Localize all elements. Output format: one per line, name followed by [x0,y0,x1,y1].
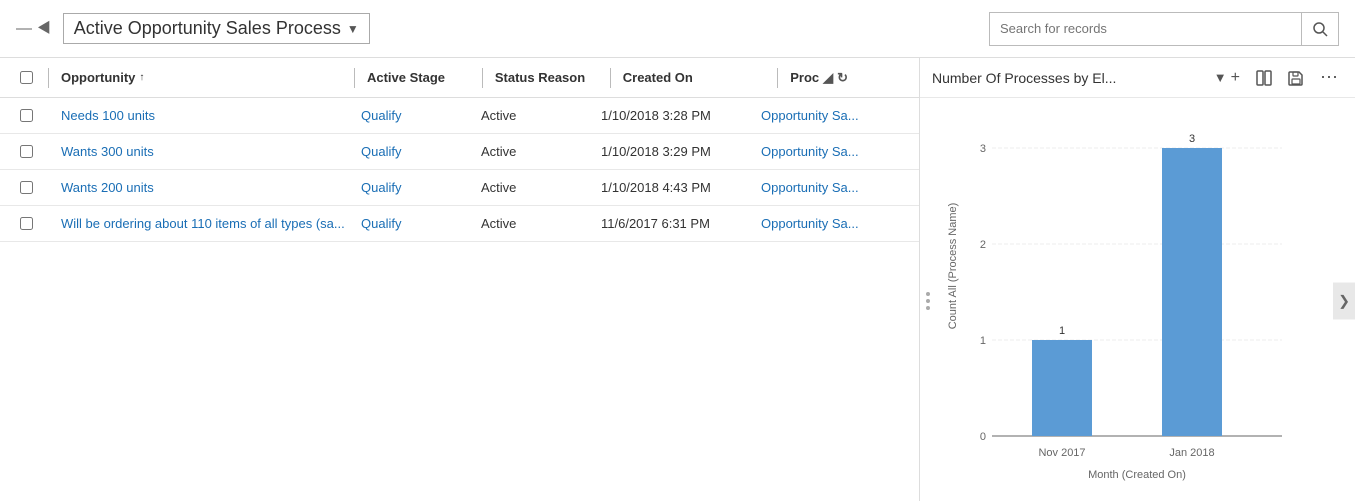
filter-icon[interactable]: ◢ [823,70,833,86]
chart-add-button[interactable]: + [1227,67,1244,89]
row-select-checkbox-3[interactable] [20,217,33,230]
row-divider-0 [48,106,49,126]
row-select-checkbox-2[interactable] [20,181,33,194]
chart-drag-handle[interactable] [926,292,930,310]
svg-text:3: 3 [979,143,985,155]
col-header-created-on[interactable]: Created On [615,70,773,85]
col-header-opportunity[interactable]: Opportunity ↑ [53,70,350,85]
row-active-stage-2[interactable]: Qualify [353,180,473,195]
col-divider-1 [354,68,355,88]
row-created-on-3: 11/6/2017 6:31 PM [593,216,753,231]
chart-toolbar: + ⋯ [1227,65,1343,90]
col-header-opportunity-label: Opportunity [61,70,135,85]
col-divider-0 [48,68,49,88]
row-select-checkbox-1[interactable] [20,145,33,158]
table-row: Wants 300 units Qualify Active 1/10/2018… [0,134,919,170]
row-checkbox-1[interactable] [8,145,44,158]
grid-panel: Opportunity ↑ Active Stage Status Reason… [0,58,920,501]
chart-svg-container: Count All (Process Name) 0 1 2 3 [928,106,1325,496]
row-opportunity-3[interactable]: Will be ordering about 110 items of all … [53,216,353,231]
svg-text:1: 1 [1058,325,1064,337]
row-created-on-1: 1/10/2018 3:29 PM [593,144,753,159]
svg-text:3: 3 [1188,133,1194,145]
row-status-reason-0: Active [473,108,593,123]
chart-panel: Number Of Processes by El... ▼ + ⋯ [920,58,1355,501]
row-active-stage-0[interactable]: Qualify [353,108,473,123]
svg-text:0: 0 [979,431,985,443]
search-input[interactable] [990,21,1301,36]
chart-bar-jan2018 [1162,148,1222,436]
row-created-on-0: 1/10/2018 3:28 PM [593,108,753,123]
col-sort-opportunity-icon: ↑ [139,72,144,83]
col-header-status-reason[interactable]: Status Reason [487,70,606,85]
chart-title: Number Of Processes by El... [932,70,1210,86]
col-header-status-reason-label: Status Reason [495,70,585,85]
refresh-icon[interactable]: ↻ [837,70,848,86]
row-select-checkbox-0[interactable] [20,109,33,122]
search-container [989,12,1339,46]
chart-title-dropdown-icon[interactable]: ▼ [1214,70,1227,85]
row-process-2[interactable]: Opportunity Sa... [753,180,883,195]
row-active-stage-3[interactable]: Qualify [353,216,473,231]
svg-text:2: 2 [979,239,985,251]
chart-save-button[interactable] [1284,68,1308,88]
chart-header: Number Of Processes by El... ▼ + ⋯ [920,58,1355,98]
header-title: Active Opportunity Sales Process [74,18,341,39]
row-divider-2 [48,178,49,198]
row-status-reason-2: Active [473,180,593,195]
row-process-1[interactable]: Opportunity Sa... [753,144,883,159]
expand-panel-button[interactable]: ❯ [1333,283,1355,320]
header-title-container: Active Opportunity Sales Process ▼ [63,13,370,44]
row-divider-1 [48,142,49,162]
row-status-reason-3: Active [473,216,593,231]
col-divider-4 [777,68,778,88]
row-checkbox-0[interactable] [8,109,44,122]
row-checkbox-3[interactable] [8,217,44,230]
row-active-stage-1[interactable]: Qualify [353,144,473,159]
table-row: Needs 100 units Qualify Active 1/10/2018… [0,98,919,134]
row-created-on-2: 1/10/2018 4:43 PM [593,180,753,195]
row-opportunity-2[interactable]: Wants 200 units [53,180,353,195]
chart-more-button[interactable]: ⋯ [1316,65,1343,90]
chart-svg: Count All (Process Name) 0 1 2 3 [942,106,1312,496]
row-checkbox-2[interactable] [8,181,44,194]
col-header-process-label: Proc [790,70,819,85]
row-opportunity-1[interactable]: Wants 300 units [53,144,353,159]
row-process-3[interactable]: Opportunity Sa... [753,216,883,231]
chart-bar-nov2017 [1032,340,1092,436]
chart-layout-button[interactable] [1252,68,1276,88]
svg-text:1: 1 [979,335,985,347]
row-process-0[interactable]: Opportunity Sa... [753,108,883,123]
main-content: Opportunity ↑ Active Stage Status Reason… [0,58,1355,501]
x-label-jan2018: Jan 2018 [1169,447,1214,459]
row-status-reason-1: Active [473,144,593,159]
x-axis-label: Month (Created On) [1088,469,1186,481]
header-title-dropdown-icon[interactable]: ▼ [347,22,359,36]
chart-content: Count All (Process Name) 0 1 2 3 [920,98,1355,501]
col-divider-2 [482,68,483,88]
table-header: Opportunity ↑ Active Stage Status Reason… [0,58,919,98]
x-label-nov2017: Nov 2017 [1038,447,1085,459]
row-divider-3 [48,214,49,234]
col-header-active-stage-label: Active Stage [367,70,445,85]
col-header-active-stage[interactable]: Active Stage [359,70,478,85]
table-row: Wants 200 units Qualify Active 1/10/2018… [0,170,919,206]
header-bar: ⎯⎯ ◀ Active Opportunity Sales Process ▼ [0,0,1355,58]
y-axis-label: Count All (Process Name) [947,203,959,330]
col-divider-3 [610,68,611,88]
select-all-checkbox-container[interactable] [8,71,44,84]
table-body: Needs 100 units Qualify Active 1/10/2018… [0,98,919,501]
row-opportunity-0[interactable]: Needs 100 units [53,108,353,123]
col-header-created-on-label: Created On [623,70,693,85]
select-all-checkbox[interactable] [20,71,33,84]
nav-back-icon[interactable]: ⎯⎯ ◀ [16,20,51,38]
table-row: Will be ordering about 110 items of all … [0,206,919,242]
col-header-process[interactable]: Proc ◢ ↻ [782,70,911,86]
search-button[interactable] [1301,13,1338,45]
